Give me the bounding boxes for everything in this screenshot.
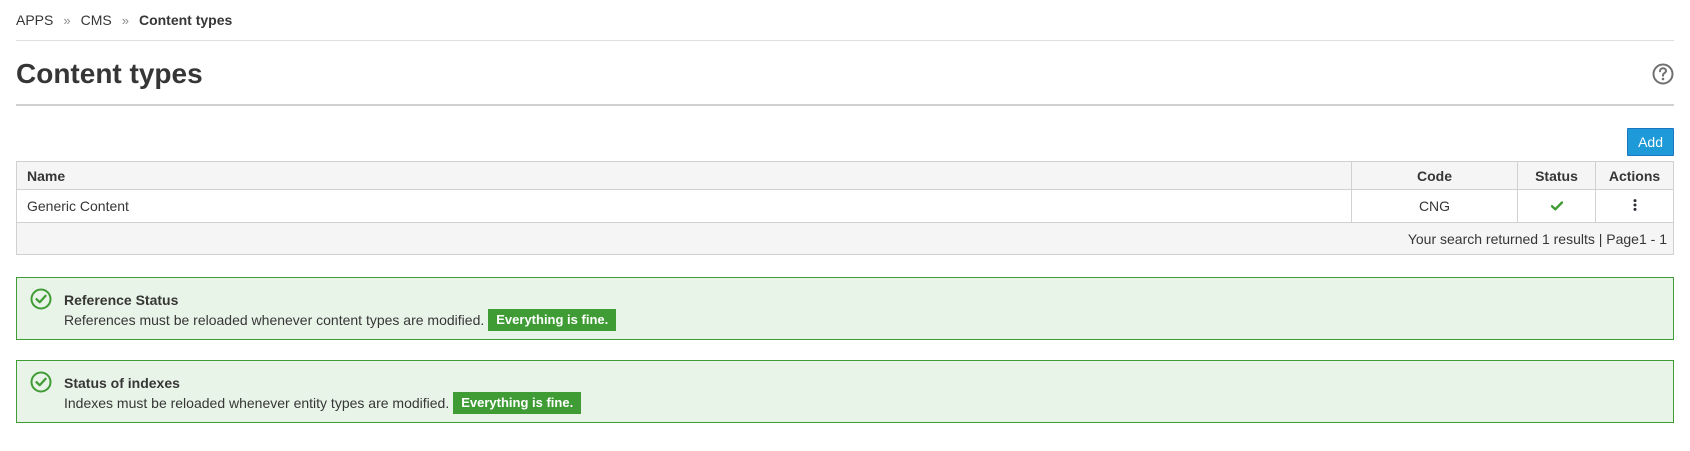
column-header-status[interactable]: Status	[1517, 161, 1596, 190]
cell-name[interactable]: Generic Content	[16, 189, 1352, 223]
breadcrumb-separator-icon: »	[121, 12, 129, 28]
page-header: Content types	[16, 41, 1674, 106]
toolbar: Add	[16, 106, 1674, 161]
help-icon[interactable]	[1652, 63, 1674, 85]
alert-message-row: Indexes must be reloaded whenever entity…	[64, 392, 582, 414]
cell-code: CNG	[1351, 189, 1518, 223]
breadcrumb: APPS » CMS » Content types	[16, 0, 1674, 41]
alert-title: Status of indexes	[64, 375, 180, 391]
table-header-row: Name Code Status Actions	[16, 161, 1674, 190]
check-icon	[1550, 201, 1563, 211]
cell-actions	[1595, 189, 1674, 223]
column-header-name[interactable]: Name	[16, 161, 1352, 190]
ok-circle-icon	[30, 288, 52, 310]
ok-circle-icon	[30, 371, 52, 393]
breadcrumb-item-apps[interactable]: APPS	[16, 12, 53, 28]
status-badge: Everything is fine.	[453, 392, 582, 414]
column-header-actions: Actions	[1595, 161, 1674, 190]
main-content: APPS » CMS » Content types Content types…	[16, 0, 1674, 423]
cell-status	[1517, 189, 1596, 223]
page-title: Content types	[16, 58, 203, 89]
alert-message-row: References must be reloaded whenever con…	[64, 309, 617, 331]
alert-message: Indexes must be reloaded whenever entity…	[64, 395, 450, 411]
breadcrumb-current: Content types	[138, 12, 233, 28]
pagination-footer: Your search returned 1 results | Page1 -…	[16, 223, 1674, 255]
column-header-code[interactable]: Code	[1351, 161, 1518, 190]
breadcrumb-item-cms[interactable]: CMS	[81, 12, 112, 28]
content-types-table: Name Code Status Actions Generic Content…	[16, 161, 1674, 223]
pagination-summary: Your search returned 1 results | Page1 -…	[1407, 230, 1667, 247]
status-badge: Everything is fine.	[488, 309, 617, 331]
index-status-alert: Status of indexes Indexes must be reload…	[16, 360, 1674, 423]
table-row: Generic Content CNG	[16, 189, 1674, 223]
kebab-menu-icon[interactable]	[1633, 199, 1637, 211]
add-button[interactable]: Add	[1627, 128, 1674, 156]
breadcrumb-separator-icon: »	[63, 12, 71, 28]
reference-status-alert: Reference Status References must be relo…	[16, 277, 1674, 340]
alert-message: References must be reloaded whenever con…	[64, 312, 485, 328]
alert-title: Reference Status	[64, 292, 179, 308]
